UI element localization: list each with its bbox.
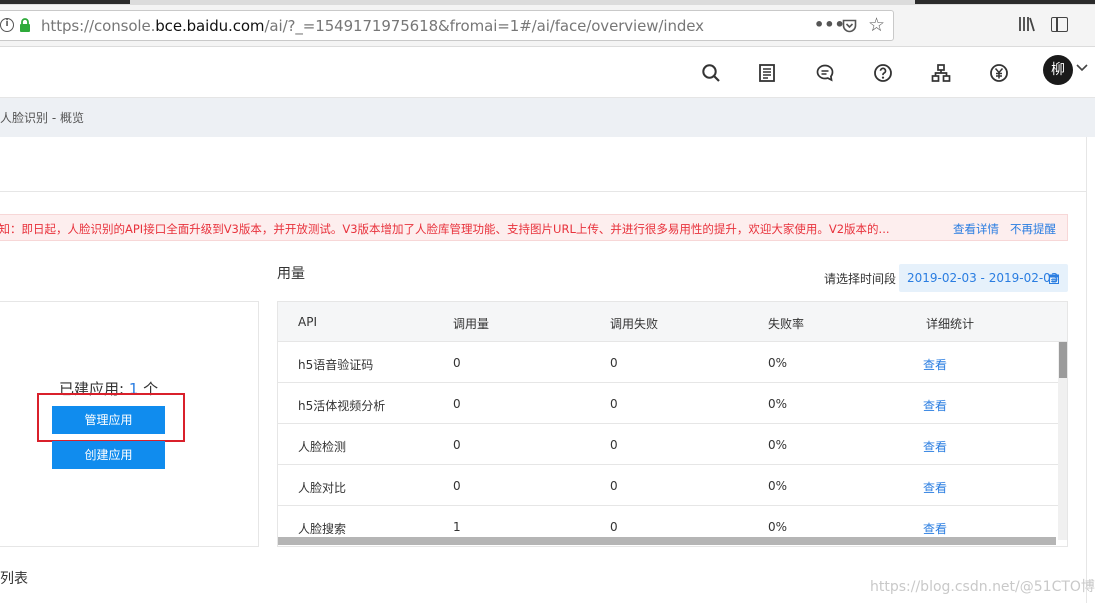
sitemap-icon[interactable]	[931, 63, 951, 83]
view-details-link[interactable]: 查看	[923, 520, 947, 537]
console-header: 柳	[0, 47, 1095, 98]
api-name: 人脸对比	[298, 481, 347, 495]
table-row: h5活体视频分析 0 0 0% 查看	[278, 383, 1058, 424]
tab-strip-dark	[915, 0, 1095, 4]
watermark: https://blog.csdn.net/@51CTO博客	[870, 579, 1095, 595]
failure-rate: 0%	[768, 356, 788, 370]
column-header-calls: 调用量	[453, 317, 490, 331]
url-text[interactable]: https://console.bce.baidu.com/ai/?_=1549…	[41, 17, 704, 35]
library-icon[interactable]	[1018, 15, 1036, 33]
pocket-icon[interactable]	[842, 18, 857, 33]
failure-count: 0	[610, 479, 618, 493]
table-row: 人脸对比 0 0 0% 查看	[278, 465, 1058, 506]
failure-count: 0	[610, 438, 618, 452]
help-icon[interactable]	[873, 63, 893, 83]
call-count: 0	[453, 438, 461, 452]
tab-strip-dark	[0, 0, 130, 4]
info-icon[interactable]: i	[0, 18, 14, 32]
api-name: 人脸检测	[298, 440, 347, 454]
address-bar[interactable]: i https://console.bce.baidu.com/ai/?_=15…	[0, 10, 894, 41]
view-details-link[interactable]: 查看	[923, 356, 947, 373]
failure-count: 0	[610, 520, 618, 534]
billing-icon[interactable]	[989, 63, 1009, 83]
column-header-api: API	[298, 315, 317, 329]
notice-text: 通知：即日起，人脸识别的API接口全面升级到V3版本，并开放测试。V3版本增加了…	[0, 222, 890, 236]
table-row: 人脸检测 0 0 0% 查看	[278, 424, 1058, 465]
table-row: h5语音验证码 0 0 0% 查看	[278, 342, 1058, 383]
document-icon[interactable]	[757, 63, 777, 83]
date-range-picker[interactable]: 2019-02-03 - 2019-02-03	[899, 264, 1068, 292]
date-range-value: 2019-02-03 - 2019-02-03	[907, 271, 1059, 285]
bookmark-star-icon[interactable]: ☆	[868, 14, 885, 36]
app-summary-card: 已建应用: 1 个 管理应用 创建应用	[0, 301, 259, 547]
api-name: h5语音验证码	[298, 358, 374, 372]
column-header-details: 详细统计	[926, 317, 975, 331]
failure-rate: 0%	[768, 520, 788, 534]
api-name: 人脸搜索	[298, 522, 347, 536]
manage-app-button[interactable]: 管理应用	[52, 406, 165, 434]
calendar-icon	[1049, 274, 1059, 284]
view-details-link[interactable]: 查看	[923, 438, 947, 455]
breadcrumb-bar: 人脸识别 - 概览	[0, 98, 1095, 137]
sidebar-toggle-icon[interactable]	[1051, 17, 1068, 32]
dismiss-notice-link[interactable]: 不再提醒	[1010, 221, 1056, 237]
call-count: 1	[453, 520, 461, 534]
column-header-failures: 调用失败	[610, 317, 659, 331]
service-list-title: 服务列表	[0, 571, 28, 587]
lock-icon[interactable]	[19, 17, 31, 33]
failure-rate: 0%	[768, 479, 788, 493]
view-details-link[interactable]: 查看	[923, 397, 947, 414]
vertical-scrollbar[interactable]	[1058, 342, 1067, 540]
call-count: 0	[453, 479, 461, 493]
message-icon[interactable]	[815, 63, 835, 83]
usage-table: API 调用量 调用失败 失败率 详细统计 h5语音验证码 0 0 0% 查看 …	[277, 301, 1068, 547]
chevron-down-icon[interactable]	[1076, 64, 1088, 72]
divider	[0, 191, 1087, 192]
table-header: API 调用量 调用失败 失败率 详细统计	[278, 302, 1067, 342]
view-details-link[interactable]: 查看	[923, 479, 947, 496]
browser-toolbar: i https://console.bce.baidu.com/ai/?_=15…	[0, 0, 1095, 47]
user-avatar[interactable]: 柳	[1043, 55, 1073, 85]
search-icon[interactable]	[701, 63, 721, 83]
usage-title: 用量	[277, 266, 305, 282]
notice-banner: 通知：即日起，人脸识别的API接口全面升级到V3版本，并开放测试。V3版本增加了…	[0, 214, 1068, 241]
horizontal-scrollbar[interactable]	[278, 537, 1056, 545]
view-details-link[interactable]: 查看详情	[953, 221, 999, 237]
call-count: 0	[453, 356, 461, 370]
page-actions-icon[interactable]: •••	[814, 15, 845, 34]
failure-rate: 0%	[768, 438, 788, 452]
failure-count: 0	[610, 356, 618, 370]
date-range-label: 请选择时间段	[824, 272, 897, 286]
breadcrumb: 人脸识别 - 概览	[0, 111, 84, 125]
create-app-button[interactable]: 创建应用	[52, 441, 165, 469]
failure-rate: 0%	[768, 397, 788, 411]
scrollbar-thumb[interactable]	[1059, 342, 1067, 378]
api-name: h5活体视频分析	[298, 399, 386, 413]
main-content: 通知：即日起，人脸识别的API接口全面升级到V3版本，并开放测试。V3版本增加了…	[0, 137, 1095, 603]
call-count: 0	[453, 397, 461, 411]
column-header-failure-rate: 失败率	[768, 317, 805, 331]
failure-count: 0	[610, 397, 618, 411]
